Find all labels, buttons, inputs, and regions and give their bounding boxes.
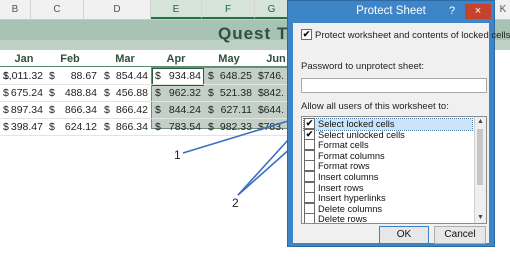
callout-number-2: 2 — [232, 196, 239, 210]
dialog-title: Protect Sheet — [356, 5, 426, 17]
permission-label: Delete columns — [318, 203, 383, 214]
permission-checkbox[interactable] — [304, 202, 315, 214]
allow-users-label: Allow all users of this worksheet to: — [301, 101, 449, 112]
permission-label: Delete rows — [318, 214, 368, 224]
permission-checkbox[interactable]: ✔ — [304, 118, 315, 130]
permission-label: Format columns — [318, 150, 385, 161]
dialog-body: ✔ Protect worksheet and contents of locke… — [293, 23, 510, 244]
permission-item[interactable]: Insert hyperlinks — [304, 192, 472, 204]
permission-item[interactable]: Insert rows — [304, 181, 472, 194]
permission-checkbox[interactable] — [304, 139, 315, 151]
permission-checkbox[interactable] — [304, 149, 315, 161]
permission-checkbox[interactable] — [304, 171, 315, 183]
scroll-down-arrow-icon[interactable]: ▼ — [475, 213, 486, 223]
password-label: Password to unprotect sheet: — [301, 61, 425, 72]
permission-label: Insert hyperlinks — [318, 193, 386, 204]
list-scrollbar[interactable]: ▲ ▼ — [474, 117, 486, 223]
permission-item[interactable]: Format columns — [304, 149, 472, 162]
callout-number-1: 1 — [174, 148, 181, 162]
permission-label: Select locked cells — [318, 119, 395, 129]
permission-checkbox[interactable] — [304, 181, 315, 193]
permission-item[interactable]: ✔ Select unlocked cells — [304, 128, 472, 141]
permission-checkbox[interactable] — [304, 160, 315, 172]
ok-button[interactable]: OK — [379, 226, 429, 244]
protect-contents-checkbox[interactable]: ✔ — [301, 29, 312, 40]
permission-label: Insert rows — [318, 182, 364, 193]
permission-item[interactable]: Insert columns — [304, 171, 472, 183]
scroll-thumb[interactable] — [477, 129, 483, 185]
permission-checkbox[interactable]: ✔ — [304, 128, 315, 140]
dialog-titlebar[interactable]: Protect Sheet ? × — [288, 1, 494, 23]
permission-label: Format rows — [318, 161, 370, 172]
close-button[interactable]: × — [465, 4, 491, 19]
permission-checkbox[interactable] — [304, 213, 315, 223]
protect-contents-checkbox-row[interactable]: ✔ Protect worksheet and contents of locke… — [301, 29, 510, 42]
protect-contents-label: Protect worksheet and contents of locked… — [315, 30, 510, 42]
permission-item[interactable]: Format rows — [304, 160, 472, 172]
protect-sheet-dialog: Protect Sheet ? × ✔ Protect worksheet and… — [287, 0, 510, 247]
permission-label: Select unlocked cells — [318, 129, 405, 140]
scroll-up-arrow-icon[interactable]: ▲ — [475, 117, 486, 127]
permission-label: Insert columns — [318, 172, 379, 182]
permission-item[interactable]: Delete rows — [304, 213, 472, 224]
permission-label: Format cells — [318, 140, 369, 151]
permission-item[interactable]: ✔ Select locked cells — [303, 118, 473, 131]
permission-item[interactable]: Format cells — [304, 139, 472, 151]
permission-checkbox[interactable] — [304, 192, 315, 204]
permissions-list[interactable]: ✔ Select locked cells ✔ Select unlocked cel… — [301, 116, 487, 224]
password-input[interactable] — [301, 78, 487, 93]
help-button[interactable]: ? — [442, 4, 462, 19]
cancel-button[interactable]: Cancel — [434, 226, 486, 244]
permission-item[interactable]: Delete columns — [304, 202, 472, 215]
